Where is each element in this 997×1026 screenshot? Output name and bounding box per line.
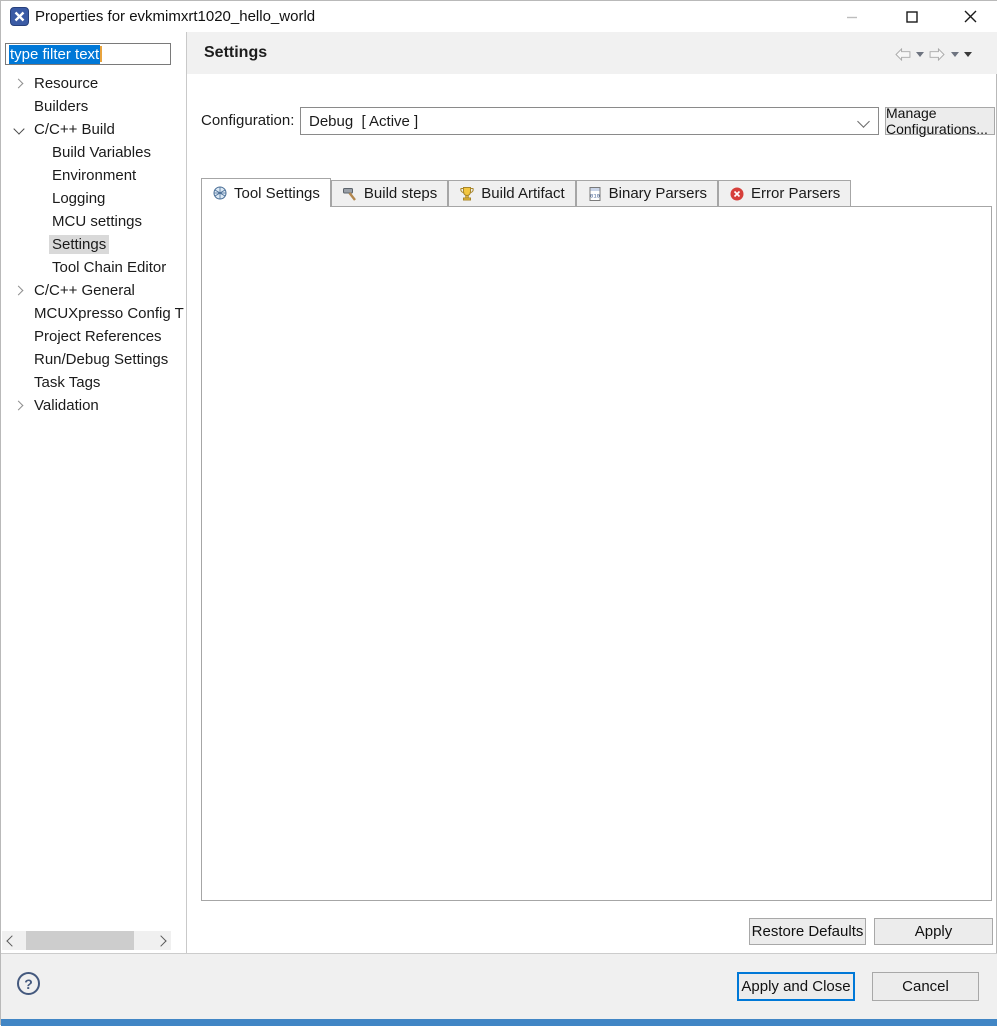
sidebar-item-label: C/C++ General — [31, 281, 138, 300]
error-parsers-icon — [729, 186, 745, 202]
sidebar-item-label: Logging — [49, 189, 108, 208]
sidebar-sash[interactable] — [186, 32, 187, 953]
tab-label: Build Artifact — [481, 185, 564, 202]
svg-text:010: 010 — [590, 192, 600, 199]
sidebar-item[interactable]: Build Variables — [1, 141, 186, 164]
cancel-button[interactable]: Cancel — [872, 972, 979, 1001]
filter-input[interactable]: type filter text — [5, 43, 171, 65]
forward-icon[interactable] — [929, 48, 946, 61]
sidebar-item[interactable]: MCUXpresso Config T — [1, 302, 186, 325]
sidebar-item-label: MCU settings — [49, 212, 145, 231]
close-button[interactable] — [947, 1, 993, 32]
sidebar-item-label: MCUXpresso Config T — [31, 304, 187, 323]
sidebar-item-label: Resource — [31, 74, 101, 93]
sidebar-item-label: Project References — [31, 327, 165, 346]
chevron-right-icon[interactable] — [11, 398, 27, 414]
configuration-combobox[interactable]: Debug [ Active ] — [300, 107, 879, 135]
maximize-button[interactable] — [889, 1, 935, 32]
sidebar-item-label: Validation — [31, 396, 102, 415]
title-bar: Properties for evkmimxrt1020_hello_world — [1, 1, 997, 32]
binary-parsers-icon: 010 — [587, 186, 603, 202]
chevron-spacer — [29, 145, 45, 161]
help-icon[interactable]: ? — [17, 972, 40, 995]
chevron-right-icon[interactable] — [11, 283, 27, 299]
configuration-value: Debug [ Active ] — [309, 113, 418, 130]
apply-and-close-button[interactable]: Apply and Close — [737, 972, 855, 1001]
sidebar-item-label: Tool Chain Editor — [49, 258, 169, 277]
properties-dialog: Properties for evkmimxrt1020_hello_world… — [0, 0, 997, 1025]
tab-content-panel — [201, 206, 992, 901]
sidebar-item-label: C/C++ Build — [31, 120, 118, 139]
back-dropdown-icon[interactable] — [916, 52, 924, 57]
sidebar-item[interactable]: Resource — [1, 72, 186, 95]
tab[interactable]: Build Artifact — [448, 180, 575, 207]
sidebar-item[interactable]: Tool Chain Editor — [1, 256, 186, 279]
tab-label: Binary Parsers — [609, 185, 707, 202]
sidebar-item-label: Builders — [31, 97, 91, 116]
chevron-spacer — [29, 260, 45, 276]
sidebar-item-label: Build Variables — [49, 143, 154, 162]
tool-settings-icon — [212, 185, 228, 201]
text-caret — [100, 46, 102, 62]
scrollbar-thumb[interactable] — [26, 931, 134, 950]
sidebar-item[interactable]: Builders — [1, 95, 186, 118]
chevron-down-icon — [857, 115, 870, 128]
sidebar-item[interactable]: MCU settings — [1, 210, 186, 233]
page-header — [187, 32, 997, 74]
forward-dropdown-icon[interactable] — [951, 52, 959, 57]
chevron-spacer — [29, 237, 45, 253]
tab[interactable]: Tool Settings — [201, 178, 331, 207]
sidebar-item-label: Environment — [49, 166, 139, 185]
sidebar-item-label: Settings — [49, 235, 109, 254]
chevron-right-icon[interactable] — [11, 76, 27, 92]
sidebar-item[interactable]: Environment — [1, 164, 186, 187]
window-title: Properties for evkmimxrt1020_hello_world — [35, 1, 315, 32]
chevron-spacer — [11, 99, 27, 115]
filter-selected-text: type filter text — [9, 45, 100, 64]
chevron-spacer — [11, 375, 27, 391]
tab[interactable]: Build steps — [331, 180, 448, 207]
sidebar-item[interactable]: Settings — [1, 233, 186, 256]
tab[interactable]: 010 Binary Parsers — [576, 180, 718, 207]
restore-defaults-button[interactable]: Restore Defaults — [749, 918, 866, 945]
apply-button[interactable]: Apply — [874, 918, 993, 945]
view-menu-icon[interactable] — [964, 52, 972, 57]
sidebar-item-label: Task Tags — [31, 373, 103, 392]
sidebar-item[interactable]: Validation — [1, 394, 186, 417]
chevron-spacer — [11, 352, 27, 368]
chevron-spacer — [29, 191, 45, 207]
sidebar-item[interactable]: C/C++ Build — [1, 118, 186, 141]
chevron-spacer — [29, 214, 45, 230]
configuration-label: Configuration: — [201, 107, 294, 135]
chevron-spacer — [11, 329, 27, 345]
scroll-left-icon[interactable] — [2, 931, 19, 950]
sidebar-item[interactable]: Task Tags — [1, 371, 186, 394]
settings-tab-bar: Tool Settings Build steps Build Artifact — [201, 179, 851, 207]
scroll-right-icon[interactable] — [154, 931, 171, 950]
manage-configurations-button[interactable]: Manage Configurations... — [885, 107, 995, 135]
tab-label: Tool Settings — [234, 185, 320, 202]
app-logo-icon — [10, 7, 29, 26]
tab-label: Build steps — [364, 185, 437, 202]
build-artifact-icon — [459, 186, 475, 202]
history-navigation — [894, 44, 994, 64]
page-title: Settings — [204, 32, 267, 74]
sidebar-item[interactable]: Logging — [1, 187, 186, 210]
tab[interactable]: Error Parsers — [718, 180, 851, 207]
sidebar-horizontal-scrollbar[interactable] — [2, 931, 171, 950]
chevron-down-icon[interactable] — [11, 122, 27, 138]
sidebar-item[interactable]: Run/Debug Settings — [1, 348, 186, 371]
minimize-button[interactable] — [829, 1, 875, 32]
build-steps-icon — [342, 186, 358, 202]
chevron-spacer — [29, 168, 45, 184]
sidebar-item[interactable]: Project References — [1, 325, 186, 348]
tab-label: Error Parsers — [751, 185, 840, 202]
sidebar-item-label: Run/Debug Settings — [31, 350, 171, 369]
back-icon[interactable] — [894, 48, 911, 61]
properties-category-tree: Resource Builders C/C++ Build Build Vari… — [1, 72, 186, 417]
chevron-spacer — [11, 306, 27, 322]
sidebar-item[interactable]: C/C++ General — [1, 279, 186, 302]
